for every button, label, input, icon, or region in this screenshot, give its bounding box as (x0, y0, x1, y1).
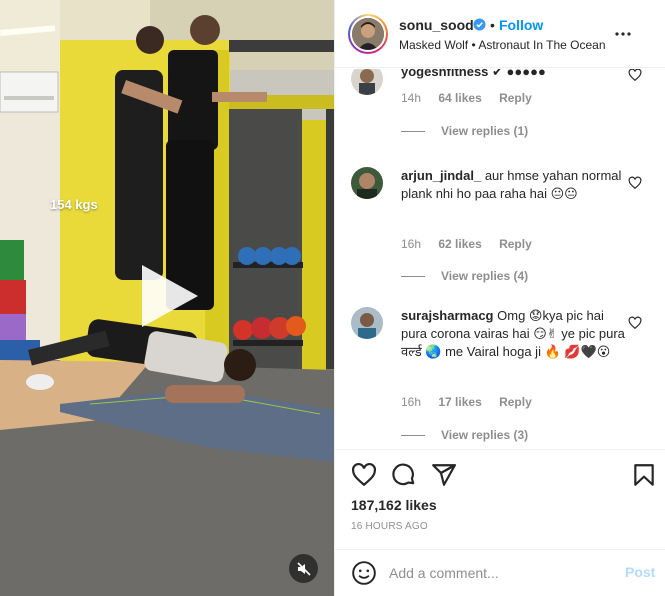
post-dialog: 154 kgs sonu_sood • Follow Masked Wolf •… (0, 0, 665, 596)
likes-count[interactable]: 187,162 likes (351, 497, 437, 513)
verified-badge-icon (473, 18, 486, 31)
emoji-icon[interactable] (351, 560, 377, 586)
post-comment-button[interactable]: Post (625, 564, 655, 580)
play-button[interactable] (134, 263, 200, 329)
view-replies-button[interactable]: View replies (3) (401, 428, 528, 442)
comment-composer: Post (335, 549, 665, 596)
comment-time[interactable]: 14h (401, 91, 421, 105)
comment-text: ✔ ●●●●● (492, 69, 546, 79)
heart-icon[interactable] (351, 462, 377, 488)
mute-button[interactable] (289, 554, 318, 583)
comment-likes[interactable]: 64 likes (438, 91, 481, 105)
view-replies-label: View replies (1) (441, 124, 529, 138)
comment-like-heart-icon[interactable] (628, 69, 642, 82)
comment-icon[interactable] (391, 462, 417, 488)
comment-likes[interactable]: 62 likes (438, 237, 481, 251)
post-header: sonu_sood • Follow Masked Wolf • Astrona… (335, 0, 665, 68)
comment-username[interactable]: arjun_jindal_ (401, 168, 481, 183)
view-replies-button[interactable]: View replies (4) (401, 269, 528, 283)
follow-button[interactable]: Follow (499, 17, 543, 33)
post-timestamp[interactable]: 16 HOURS AGO (351, 521, 428, 532)
comment-time[interactable]: 16h (401, 395, 421, 409)
video-overlay-caption: 154 kgs (50, 197, 98, 212)
comment-avatar[interactable] (351, 307, 383, 339)
comment-like-heart-icon[interactable] (628, 316, 642, 330)
comment-time[interactable]: 16h (401, 237, 421, 251)
audio-track-link[interactable]: Masked Wolf • Astronaut In The Ocean (399, 38, 606, 52)
post-details-panel: sonu_sood • Follow Masked Wolf • Astrona… (334, 0, 665, 596)
avatar-photo (352, 18, 384, 50)
author-username[interactable]: sonu_sood (399, 17, 474, 33)
comment-avatar[interactable] (351, 69, 383, 95)
add-comment-input[interactable] (389, 562, 609, 584)
view-replies-button[interactable]: View replies (1) (401, 124, 528, 138)
reply-button[interactable]: Reply (499, 395, 532, 409)
view-replies-label: View replies (4) (441, 269, 529, 283)
comment-avatar[interactable] (351, 167, 383, 199)
mute-icon (296, 561, 311, 576)
post-video[interactable]: 154 kgs (0, 0, 334, 596)
view-replies-label: View replies (3) (441, 428, 529, 442)
comment-likes[interactable]: 17 likes (438, 395, 481, 409)
comments-list[interactable]: yogeshfitness ✔ ●●●●● 14h 64 likes Reply… (335, 69, 665, 449)
comment-username[interactable]: surajsharmacg (401, 308, 494, 323)
header-separator: • (490, 17, 495, 33)
play-icon (142, 265, 198, 327)
comment-like-heart-icon[interactable] (628, 176, 642, 190)
share-icon[interactable] (431, 462, 457, 488)
author-avatar[interactable] (348, 14, 388, 54)
bookmark-icon[interactable] (631, 462, 657, 488)
post-actions: 187,162 likes 16 HOURS AGO (335, 449, 665, 549)
more-options-icon[interactable] (611, 26, 635, 42)
reply-button[interactable]: Reply (499, 91, 532, 105)
comment-username[interactable]: yogeshfitness (401, 69, 488, 79)
reply-button[interactable]: Reply (499, 237, 532, 251)
